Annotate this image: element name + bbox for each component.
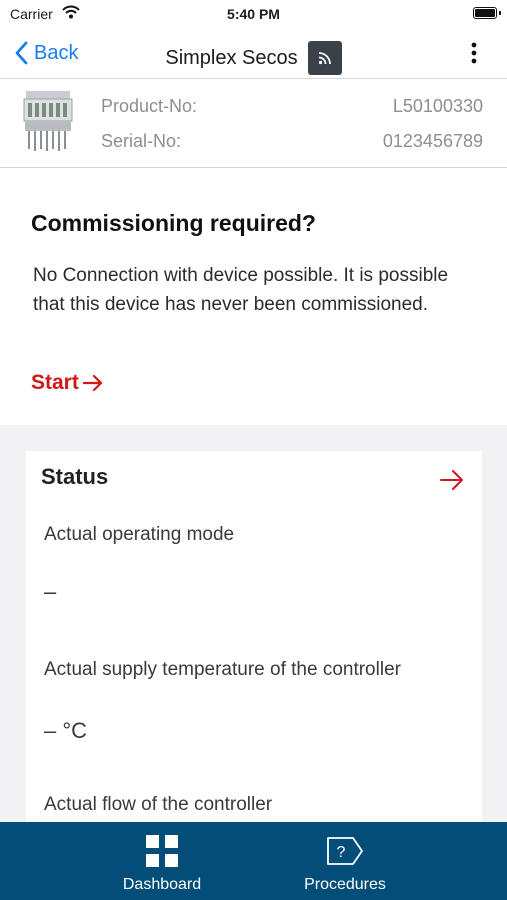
navigation-bar: Back Simplex Secos — [0, 28, 507, 79]
status-arrow-right-icon[interactable] — [440, 469, 464, 491]
tab-bar: Dashboard ? Procedures — [0, 822, 507, 900]
status-bar: Carrier 5:40 PM — [0, 0, 507, 28]
tab-procedures[interactable]: ? Procedures — [295, 822, 395, 900]
serial-number-value: 0123456789 — [382, 131, 483, 151]
svg-text:?: ? — [337, 844, 346, 861]
product-number-row: Product-No: L50100330 — [101, 96, 483, 117]
serial-number-label: Serial-No: — [101, 131, 182, 151]
tab-dashboard[interactable]: Dashboard — [112, 822, 212, 900]
connection-button[interactable] — [307, 41, 342, 75]
product-number-label: Product-No: — [101, 96, 198, 116]
start-label: Start — [31, 371, 79, 394]
product-header: Product-No: L50100330 Serial-No: 0123456… — [0, 79, 507, 168]
battery-tip — [499, 11, 501, 15]
page-title-wrap: Simplex Secos — [0, 41, 507, 75]
start-commissioning-link[interactable]: Start — [31, 371, 103, 395]
product-number-value: L50100330 — [392, 96, 483, 116]
status-title: Status — [41, 464, 109, 489]
supply-temperature-label: Actual supply temperature of the control… — [44, 659, 401, 680]
clock: 5:40 PM — [227, 6, 280, 22]
status-card: Status Actual operating mode – Actual su… — [26, 451, 482, 831]
operating-mode-label: Actual operating mode — [44, 524, 235, 545]
tab-procedures-label: Procedures — [304, 876, 386, 893]
more-options-icon[interactable] — [471, 42, 477, 64]
battery-icon — [473, 7, 497, 19]
arrow-right-icon — [82, 374, 102, 392]
operating-mode-value: – — [44, 579, 57, 604]
commissioning-panel: Commissioning required? No Connection wi… — [0, 168, 507, 425]
rss-icon — [318, 52, 331, 65]
page-title: Simplex Secos — [165, 46, 298, 69]
tab-dashboard-label: Dashboard — [122, 876, 202, 893]
flow-label: Actual flow of the controller — [44, 794, 273, 815]
commissioning-message: No Connection with device possible. It i… — [33, 265, 449, 315]
product-image — [23, 91, 73, 151]
procedures-tag-icon: ? — [326, 833, 364, 869]
serial-number-row: Serial-No: 0123456789 — [101, 131, 483, 152]
commissioning-title: Commissioning required? — [31, 210, 316, 236]
supply-temperature-value: – °C — [44, 718, 88, 743]
dashboard-grid-icon — [145, 833, 179, 869]
